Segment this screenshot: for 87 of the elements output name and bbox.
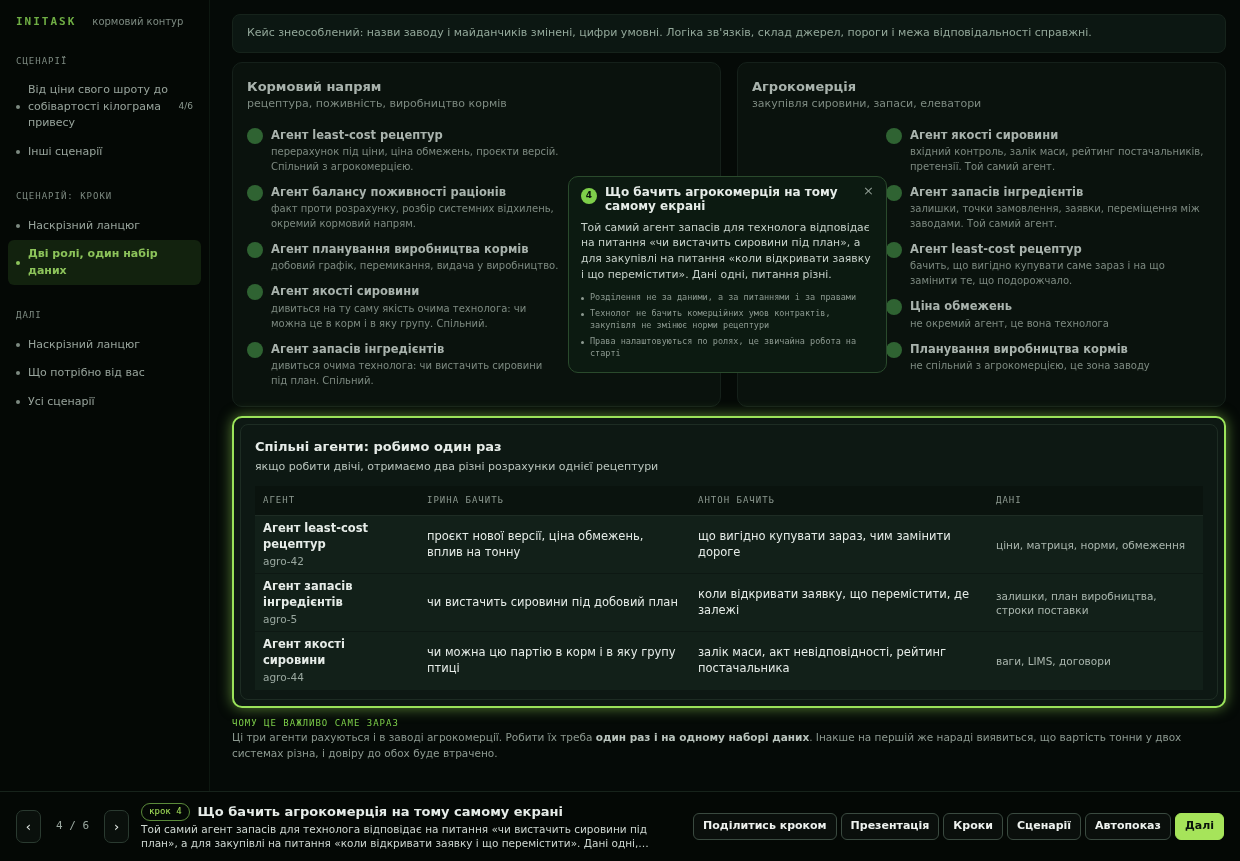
agent-name: Агент балансу поживності раціонів (271, 183, 506, 201)
column-header: ДАНІ (988, 485, 1203, 516)
table-cell-text: чи вистачить сировини під добовий план (427, 595, 679, 611)
agent-description: факт проти розрахунку, розбір системних відхилень, окремий кормовий напрям. (271, 202, 555, 231)
next-step-button[interactable]: Далі (1174, 813, 1224, 840)
previous-button[interactable]: ‹ (16, 810, 41, 843)
notice-banner: Кейс знеособлений: назви заводу і майданчиків змінені, цифри умовні. Логіка зв'язків, склад джерел, пороги і межа відповідальності справжні. (232, 14, 1226, 53)
next-button[interactable]: › (104, 810, 130, 843)
agent-code: agro-42 (263, 554, 305, 569)
agent-description: дивиться на ту саму якість очима технолога: чи можна це в корм і в яку групу. Спільний. (271, 301, 528, 331)
agent-name: Агент якості сировини (263, 637, 346, 669)
table-cell-text: проєкт нової версії, ціна обмежень, вплив на тонну (427, 529, 645, 561)
agent-description: дивиться очима технолога: чи вистачить сировини під план. Спільний. (271, 358, 544, 388)
agent-marker-icon (247, 284, 263, 301)
toolbar-button[interactable]: Сценарії (1006, 813, 1082, 840)
agent-code: agro-5 (263, 612, 299, 627)
agent-name: Агент least-cost рецептур (910, 241, 1082, 258)
agent-name: Агент якості сировини (271, 283, 420, 301)
agent-description: перерахунок під ціни, ціна обмежень, проєкти версій. Спільний з агрокомерцією. (271, 144, 560, 174)
agent-name: Агент планування виробництва кормів (271, 241, 529, 258)
bullet-text: Розділення не за даними, а за питаннями і за правами (590, 292, 857, 305)
card-subtitle: якщо робити двічі, отримаємо два різні розрахунки однієї рецептури (255, 459, 659, 475)
agent-name: Планування виробництва кормів (910, 340, 1128, 358)
step-number: 4 (581, 188, 597, 204)
agent-description: не окремий агент, це вона технолога (910, 316, 1109, 331)
section-heading: СЦЕНАРІЇ (16, 54, 69, 68)
agent-marker-icon (247, 341, 263, 358)
table-cell-text: залік маси, акт невідповідності, рейтинг постачальника (698, 645, 948, 677)
card-subtitle: закупівля сировини, запаси, елеватори (752, 96, 983, 112)
logo: INITASK (16, 14, 77, 30)
agent-description: добовий графік, перемикання, видача у виробництво. (271, 259, 559, 274)
agent-description: залишки, точки замовлення, заявки, переміщення між заводами. Той самий агент. (910, 202, 1201, 231)
card-title: Кормовий напрям (247, 77, 383, 96)
agent-marker-icon (247, 184, 263, 201)
agent-name: Агент запасів інгредієнтів (263, 579, 354, 611)
sidebar-item[interactable]: Дві ролі, один набір даних (8, 240, 201, 285)
card-title: Спільні агенти: робимо один раз (255, 437, 502, 456)
table-cell-text: коли відкривати заявку, що перемістити, де залежі (698, 587, 971, 619)
toolbar-button[interactable]: Автопоказ (1085, 813, 1171, 840)
card-title: Агрокомерція (752, 77, 858, 96)
bullet-icon (581, 313, 584, 317)
agent-name: Агент запасів інгредієнтів (271, 340, 445, 358)
bullet-icon (581, 297, 584, 301)
logo-subtitle: кормовий контур (92, 15, 184, 29)
bullet-text: Технолог не бачить комерційних умов контрактів, закупівля не змінює норми рецептури (590, 308, 832, 332)
sidebar-item[interactable]: Від ціни свого шроту до собівартості кілограма привесу 4/6 (8, 76, 201, 138)
sidebar-item[interactable]: Що потрібно від вас (8, 359, 201, 388)
agent-marker-icon (886, 127, 902, 144)
sidebar-item[interactable]: Інші сценарії (8, 137, 201, 166)
toolbar-button[interactable]: Кроки (943, 813, 1003, 840)
toolbar-button[interactable]: Презентація (840, 813, 940, 840)
paragraph: Ці три агенти рахуються і в заводі агрокомерції. Робити їх треба один раз і на одному наборі даних. Інакше на першій же нараді виявиться, що вартість тонни у двох системах різна, і довіру до обох буде втрачено. (232, 730, 1183, 761)
agent-marker-icon (247, 127, 263, 144)
column-header: АГЕНТ (255, 485, 419, 516)
bullet-text: Права налаштовуються по ролях, це звичайна робота на старті (590, 336, 858, 360)
section-heading: СЦЕНАРІЙ: КРОКИ (16, 190, 114, 203)
toolbar-button[interactable]: Поділитись кроком (693, 813, 837, 840)
table-cell-text: що вигідно купувати зараз, чим замінити дороге (698, 529, 952, 561)
agent-code: agro-44 (263, 670, 305, 685)
popover-text: Той самий агент запасів для технолога відповідає на питання «чи вистачить сировини під план», а для закупівлі на питання «коли відкривати заявку і що перемістити». Дані одні, питання різні. (581, 219, 872, 283)
agent-name: Агент least-cost рецептур (263, 521, 369, 553)
table-cell-text: залишки, план виробництва, строки поставки (996, 588, 1158, 617)
agent-marker-icon (247, 242, 263, 258)
agent-name: Ціна обмежень (910, 298, 1012, 316)
agent-name: Агент якості сировини (910, 126, 1059, 144)
agent-name: Агент запасів інгредієнтів (910, 183, 1084, 201)
column-header: АНТОН БАЧИТЬ (690, 485, 988, 516)
step-description: Той самий агент запасів для технолога відповідає на питання «чи вистачить сировини під план», а для закупівлі на питання «коли відкривати заявку і що перемістити». Дані одні,… (141, 821, 650, 851)
step-title: Що бачить агрокомерція на тому самому екрані (197, 803, 563, 822)
agent-description: вхідний контроль, залік маси, рейтинг постачальників, претензії. Той самий агент. (910, 144, 1205, 174)
popover-title: Що бачить агрокомерція на тому самому екрані (605, 185, 839, 214)
table-cell-text: ваги, LIMS, договори (996, 653, 1112, 669)
section-heading: ЧОМУ ЦЕ ВАЖЛИВО САМЕ ЗАРАЗ (232, 716, 400, 730)
close-button[interactable]: × (859, 181, 878, 201)
step-counter: 4 / 6 (54, 818, 91, 835)
bullet-icon (581, 341, 584, 344)
sidebar-item[interactable]: Наскрізний ланцюг (8, 330, 201, 359)
table-cell-text: чи можна цю партію в корм і в яку групу птиці (427, 645, 677, 677)
column-header: ІРИНА БАЧИТЬ (419, 485, 690, 516)
agent-description: бачить, що вигідно купувати саме зараз і на що замінити те, що подорожчало. (910, 259, 1166, 289)
section-heading: ДАЛІ (16, 309, 43, 322)
sidebar-item[interactable]: Усі сценарії (8, 387, 201, 416)
card-subtitle: рецептура, поживність, виробництво кормів (247, 96, 508, 112)
agent-description: не спільний з агрокомерцією, це зона заводу (910, 358, 1150, 373)
sidebar-item[interactable]: Наскрізний ланцюг (8, 211, 201, 240)
table-cell-text: ціни, матриця, норми, обмеження (996, 537, 1187, 552)
agent-name: Агент least-cost рецептур (271, 126, 443, 144)
